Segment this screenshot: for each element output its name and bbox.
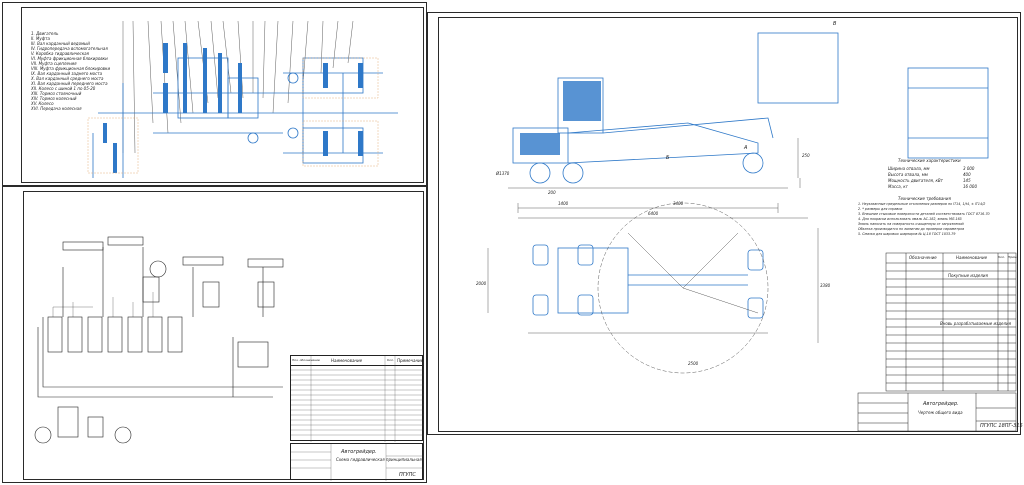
spec-col-designation: Обозначение bbox=[909, 255, 937, 260]
view-letter: В bbox=[833, 21, 837, 27]
dim-label: 1400 bbox=[558, 201, 569, 206]
sheet-kinematic-scheme: 1. Двигатель II. Муфта III. Вал карданны… bbox=[2, 2, 427, 186]
spec-section: Вновь разрабатываемые изделия bbox=[940, 321, 1011, 326]
subtitle-text: Схема гидравлическая принципиальная bbox=[336, 457, 422, 462]
spec-table: Поз. обозначение Наименование Кол. Приме… bbox=[290, 355, 424, 442]
sheet-hydraulic-scheme: Поз. обозначение Наименование Кол. Приме… bbox=[2, 186, 427, 483]
tech-char-title: Технические характеристики bbox=[898, 158, 961, 163]
tech-requirements: Технические требования 1. Неуказанные пр… bbox=[858, 196, 1018, 246]
dim-label: 250 bbox=[802, 153, 810, 158]
spec-col-qty: Кол. bbox=[998, 255, 1005, 259]
view-letter: Б bbox=[666, 155, 670, 161]
tech-req-item: 5. Смазка для шаровых шарниров № Ц-18 ГО… bbox=[858, 232, 956, 236]
tech-char-value: 16 000 bbox=[963, 184, 977, 189]
tech-characteristics: Технические характеристики Ширина отвала… bbox=[868, 158, 1018, 198]
tech-char-name: Масса, кг bbox=[888, 184, 908, 189]
tech-char-name: Мощность двигателя, кВт bbox=[888, 178, 943, 183]
dim-label: 6400 bbox=[648, 211, 659, 216]
title-text: Автогрейдер. bbox=[341, 449, 377, 455]
drawing-code: ПГУПС 18ПГ-315 bbox=[980, 423, 1023, 429]
kinematic-drawing bbox=[87, 20, 398, 178]
dim-label: 2000 bbox=[476, 281, 487, 286]
sheet-general-view: Ø1370 200 250 1400 3400 6400 2500 3380 2… bbox=[427, 12, 1023, 435]
drawing-code: ПГУПС bbox=[399, 472, 416, 478]
view-letter: A bbox=[744, 145, 748, 151]
dim-label: Ø1370 bbox=[496, 171, 510, 176]
dim-label: 2500 bbox=[688, 361, 699, 366]
dim-label: 200 bbox=[548, 190, 556, 195]
title-block: Автогрейдер. Схема гидравлическая принци… bbox=[290, 443, 424, 481]
tech-char-value: 3 000 bbox=[963, 166, 975, 171]
spec-section: Покупные изделия bbox=[948, 273, 988, 278]
title-text: Автогрейдер. bbox=[923, 401, 959, 407]
spec-col-name: Наименование bbox=[956, 255, 988, 260]
tech-req-title: Технические требования bbox=[898, 196, 951, 201]
tech-char-value: 400 bbox=[963, 172, 971, 177]
spec-col-note: Прим. bbox=[1008, 255, 1018, 259]
tech-char-value: 145 bbox=[963, 178, 971, 183]
tech-char-name: Высота отвала, мм bbox=[888, 172, 928, 177]
dim-label: 3400 bbox=[673, 201, 684, 206]
tech-char-name: Ширина отвала, мм bbox=[888, 166, 930, 171]
dim-label: 3380 bbox=[820, 283, 831, 288]
spec-table-grid bbox=[291, 356, 424, 442]
subtitle-text: Чертеж общего вида bbox=[918, 410, 963, 415]
